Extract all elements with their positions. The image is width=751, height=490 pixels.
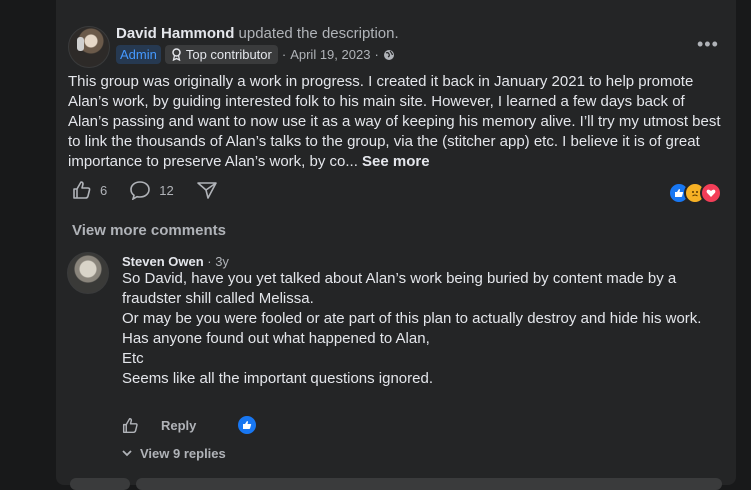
write-comment-input[interactable] (136, 478, 722, 490)
like-count: 6 (100, 182, 108, 198)
microphone-icon (77, 37, 84, 51)
comment-line: So David, have you yet talked about Alan… (122, 270, 677, 307)
comment-button[interactable]: 12 (129, 180, 174, 200)
reply-button[interactable]: Reply (161, 418, 196, 433)
comment-actions: Reply (122, 414, 259, 436)
see-more-link[interactable]: See more (362, 153, 430, 170)
reaction-summary[interactable] (668, 182, 722, 204)
globe-icon (383, 49, 394, 60)
meta-separator: · (281, 47, 287, 62)
author-name[interactable]: David Hammond (116, 25, 234, 42)
view-replies-label: View 9 replies (140, 446, 226, 461)
view-replies-link[interactable]: View 9 replies (122, 446, 226, 461)
comment-body: So David, have you yet talked about Alan… (122, 269, 702, 389)
comment-header: Steven Owen · 3y (122, 254, 229, 269)
top-contributor-label: Top contributor (185, 47, 272, 62)
commenter-avatar[interactable] (67, 252, 109, 294)
top-contributor-badge[interactable]: Top contributor (164, 45, 278, 64)
comment-icon (130, 181, 151, 200)
more-options-icon[interactable]: ••• (697, 34, 719, 55)
post-header: David Hammond updated the description. (116, 25, 399, 42)
comment-like-icon[interactable] (122, 417, 139, 434)
chevron-down-icon (122, 450, 132, 457)
bottom-avatar-placeholder (70, 478, 130, 490)
comment-count: 12 (159, 182, 174, 198)
commenter-name[interactable]: Steven Owen (122, 254, 204, 269)
comment-line: Seems like all the important questions i… (122, 370, 434, 387)
comment-time[interactable]: · 3y (207, 254, 229, 269)
meta-separator-2: · (374, 47, 379, 62)
share-button[interactable] (196, 180, 218, 200)
comment-line: Or may be you were fooled or ate part of… (122, 310, 702, 327)
post-meta: Admin Top contributor · April 19, 2023 · (116, 45, 395, 64)
post-actions: 6 12 (72, 180, 240, 200)
post-body: This group was originally a work in prog… (68, 72, 728, 172)
like-button[interactable]: 6 (72, 180, 107, 200)
comment-line: Has anyone found out what happened to Al… (122, 330, 430, 347)
comment-like-reaction-icon[interactable] (236, 414, 259, 436)
ribbon-icon (172, 48, 181, 61)
view-more-comments-link[interactable]: View more comments (72, 222, 226, 239)
post-date[interactable]: April 19, 2023 (290, 47, 370, 62)
comment-line: Etc (122, 350, 144, 367)
author-avatar[interactable] (68, 26, 110, 68)
thumbs-up-icon (73, 181, 91, 199)
admin-badge[interactable]: Admin (116, 45, 161, 64)
love-icon (700, 182, 722, 204)
post-action-text: updated the description. (238, 25, 399, 42)
share-icon (196, 182, 217, 199)
